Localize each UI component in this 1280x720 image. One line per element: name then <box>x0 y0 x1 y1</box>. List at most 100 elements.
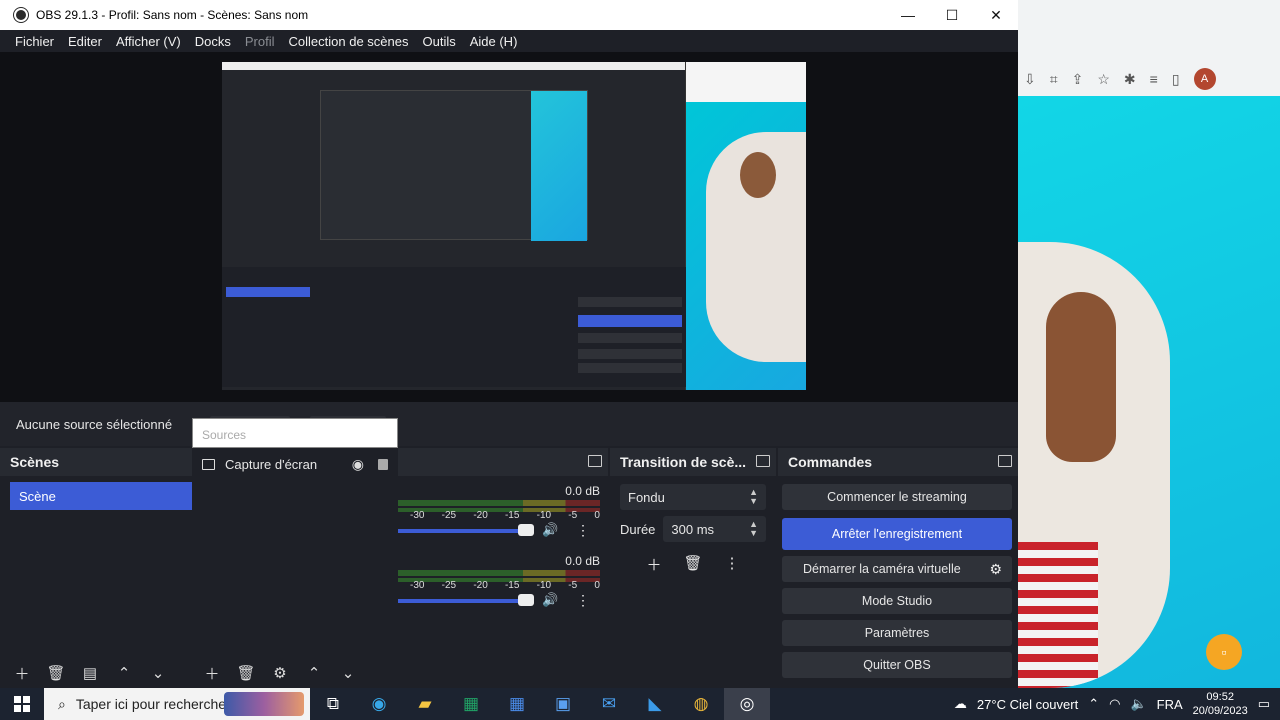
mixer-channel: 0.0 dB -30 -25 -20 -15 -10 -5 0 🔊 ⋮ <box>398 484 608 544</box>
menu-profil[interactable]: Profil <box>238 34 282 49</box>
remove-source-icon[interactable]: 🗑 <box>236 663 256 683</box>
spinner-icon[interactable]: ▲ ▼ <box>749 520 758 538</box>
source-item[interactable]: Capture d'écran ◉ <box>192 448 398 480</box>
transition-menu-icon[interactable]: ⋮ <box>725 554 740 575</box>
meter-ticks: -30 -25 -20 -15 -10 -5 0 <box>410 580 600 591</box>
scene-filters-icon[interactable]: ▤ <box>80 663 100 683</box>
fader-knob[interactable] <box>518 594 534 606</box>
system-tray: ☁ 27°C Ciel couvert ⌃ ◠ 🔈 FRA 09:52 20/0… <box>954 690 1280 718</box>
undock-icon[interactable] <box>756 455 770 467</box>
menu-aide[interactable]: Aide (H) <box>463 34 525 49</box>
nested-screen-capture <box>320 90 588 241</box>
weather-text[interactable]: 27°C Ciel couvert <box>977 697 1078 712</box>
mixer-header <box>398 448 608 476</box>
chrome-icon[interactable]: ◍ <box>678 688 724 720</box>
transition-select[interactable]: Fondu ▲ ▼ <box>620 484 766 510</box>
context-bar: Aucune source sélectionné <box>0 402 1018 446</box>
add-scene-icon[interactable]: ＋ <box>12 663 32 683</box>
media-icon[interactable]: ≡ <box>1150 71 1158 87</box>
volume-fader[interactable] <box>398 599 524 603</box>
sources-title-field[interactable]: Sources <box>192 418 398 448</box>
undock-icon[interactable] <box>588 455 602 467</box>
volume-icon[interactable]: 🔈 <box>1130 696 1146 712</box>
maximize-button[interactable]: ☐ <box>930 0 974 30</box>
avatar[interactable]: A <box>1193 68 1216 90</box>
add-source-icon[interactable]: ＋ <box>202 663 222 683</box>
channel-menu-icon[interactable]: ⋮ <box>576 592 590 609</box>
excel-icon[interactable]: ▦ <box>448 688 494 720</box>
bookmark-star-icon[interactable]: ☆ <box>1097 71 1110 88</box>
duration-input[interactable]: 300 ms ▲ ▼ <box>663 516 766 542</box>
start-button[interactable] <box>0 688 44 720</box>
undock-icon[interactable] <box>998 455 1012 467</box>
browser-toolbar: ⇩ ⌗ ⇪ ☆ ✱ ≡ ▯ A <box>1018 62 1280 96</box>
lock-icon[interactable] <box>378 458 388 470</box>
taskbar-search[interactable]: ⌕ Taper ici pour rechercher <box>44 688 310 720</box>
virtual-cam-label: Démarrer la caméra virtuelle <box>803 562 961 576</box>
source-properties-gear-icon[interactable]: ⚙ <box>270 663 290 683</box>
source-down-icon[interactable]: ⌄ <box>338 663 358 683</box>
translate-icon[interactable]: ⌗ <box>1050 71 1058 88</box>
menu-afficher[interactable]: Afficher (V) <box>109 34 188 49</box>
source-up-icon[interactable]: ⌃ <box>304 663 324 683</box>
browser-window: ⇩ ⌗ ⇪ ☆ ✱ ≡ ▯ A ▫ <box>1018 0 1280 688</box>
speaker-icon[interactable]: 🔊 <box>542 592 558 608</box>
stop-recording-button[interactable]: Arrêter l'enregistrement <box>782 518 1012 550</box>
minimize-button[interactable]: — <box>886 0 930 30</box>
sidepanel-icon[interactable]: ▯ <box>1172 71 1180 88</box>
controls-header: Commandes <box>778 448 1018 476</box>
clock[interactable]: 09:52 20/09/2023 <box>1193 690 1248 718</box>
start-streaming-button[interactable]: Commencer le streaming <box>782 484 1012 510</box>
start-virtual-camera-button[interactable]: Démarrer la caméra virtuelle ⚙ <box>782 556 1012 582</box>
network-icon[interactable]: ◠ <box>1109 696 1120 712</box>
no-source-label: Aucune source sélectionné <box>16 416 173 432</box>
menu-docks[interactable]: Docks <box>188 34 238 49</box>
remove-transition-icon[interactable]: 🗑 <box>683 554 702 575</box>
share-icon[interactable]: ⇪ <box>1072 71 1084 88</box>
channel-menu-icon[interactable]: ⋮ <box>576 522 590 539</box>
close-button[interactable]: ✕ <box>974 0 1018 30</box>
fader-knob[interactable] <box>518 524 534 536</box>
duration-value: 300 ms <box>671 521 715 537</box>
preview-area[interactable] <box>0 52 1018 402</box>
obs-logo-icon <box>14 8 28 22</box>
remove-scene-icon[interactable]: 🗑 <box>46 663 66 683</box>
add-transition-icon[interactable]: ＋ <box>646 554 661 575</box>
visibility-eye-icon[interactable]: ◉ <box>352 456 364 473</box>
menu-outils[interactable]: Outils <box>415 34 462 49</box>
volume-fader[interactable] <box>398 529 524 533</box>
obs-taskbar-icon[interactable]: ◎ <box>724 688 770 720</box>
mail-icon[interactable]: ✉ <box>586 688 632 720</box>
menu-collection[interactable]: Collection de scènes <box>282 34 416 49</box>
obs-window: OBS 29.1.3 - Profil: Sans nom - Scènes: … <box>0 0 1018 688</box>
store-icon[interactable]: ▣ <box>540 688 586 720</box>
vscode-icon[interactable]: ◣ <box>632 688 678 720</box>
speaker-icon[interactable]: 🔊 <box>542 522 558 538</box>
menu-editer[interactable]: Editer <box>61 34 109 49</box>
preview-canvas[interactable] <box>222 62 806 390</box>
scene-item[interactable]: Scène <box>10 482 192 510</box>
file-explorer-icon[interactable]: ▰ <box>402 688 448 720</box>
weather-cloud-icon[interactable]: ☁ <box>954 696 967 712</box>
move-up-icon[interactable]: ⌃ <box>114 663 134 683</box>
task-view-icon[interactable]: ⧉ <box>310 688 356 720</box>
browser-tabstrip <box>1018 0 1280 62</box>
gear-icon[interactable]: ⚙ <box>989 561 1002 578</box>
extensions-icon[interactable]: ✱ <box>1124 71 1136 88</box>
language-indicator[interactable]: FRA <box>1157 697 1183 712</box>
sources-toolbar: ＋ 🗑 ⚙ ⌃ ⌄ <box>192 658 398 688</box>
settings-button[interactable]: Paramètres <box>782 620 1012 646</box>
transition-toolbar: ＋ 🗑 ⋮ <box>610 554 776 575</box>
controls-dock: Commandes Commencer le streaming Arrêter… <box>778 448 1018 688</box>
menu-fichier[interactable]: Fichier <box>8 34 61 49</box>
quit-obs-button[interactable]: Quitter OBS <box>782 652 1012 678</box>
studio-mode-button[interactable]: Mode Studio <box>782 588 1012 614</box>
move-down-icon[interactable]: ⌄ <box>148 663 168 683</box>
floating-action-icon[interactable]: ▫ <box>1206 634 1242 670</box>
word-icon[interactable]: ▦ <box>494 688 540 720</box>
edge-icon[interactable]: ◉ <box>356 688 402 720</box>
tray-chevron-icon[interactable]: ⌃ <box>1088 696 1099 712</box>
sources-dock: Sources Capture d'écran ◉ ＋ 🗑 ⚙ ⌃ ⌄ <box>192 418 398 688</box>
install-icon[interactable]: ⇩ <box>1024 71 1036 88</box>
notifications-icon[interactable]: ▭ <box>1258 696 1270 712</box>
